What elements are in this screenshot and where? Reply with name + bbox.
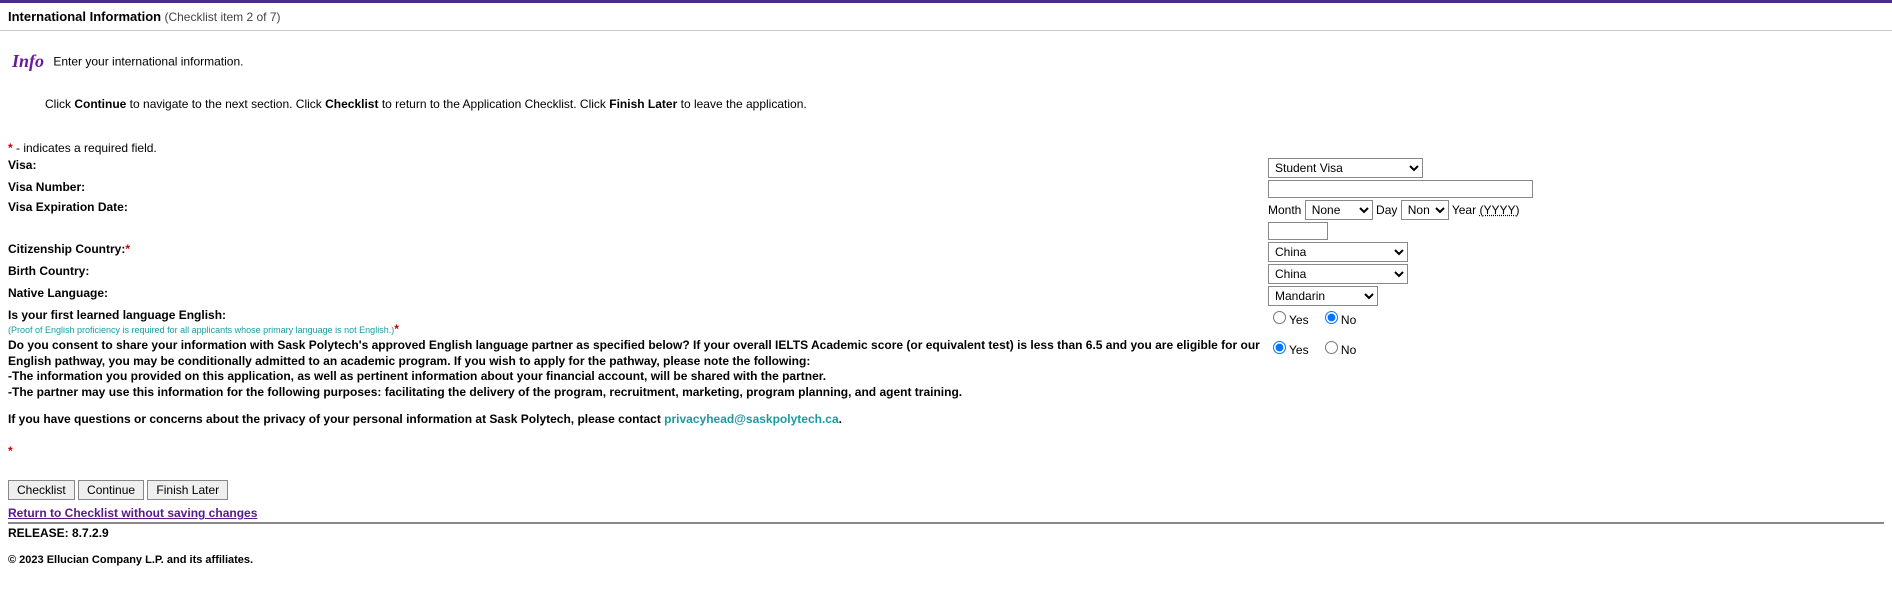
checklist-button[interactable]: Checklist [8,480,75,500]
first-lang-radio-group: Yes No [1268,308,1884,327]
proof-note: (Proof of English proficiency is require… [8,325,394,335]
visa-number-label: Visa Number: [8,179,1268,199]
citizenship-select[interactable]: China [1268,242,1408,262]
month-label: Month [1268,203,1301,217]
day-label: Day [1376,203,1397,217]
copyright: © 2023 Ellucian Company L.P. and its aff… [8,554,1884,566]
asterisk-icon: * [8,444,13,458]
year-format: (YYYY) [1479,203,1519,217]
info-text: Enter your international information. [53,55,243,69]
info-icon: Info [12,51,44,72]
page-title: International Information [8,9,161,24]
first-lang-yes-radio[interactable] [1273,311,1286,324]
asterisk-icon: * [394,322,399,336]
day-select[interactable]: None [1401,200,1449,220]
visa-exp-label: Visa Expiration Date: [8,199,1268,241]
page-header: International Information (Checklist ite… [0,3,1892,31]
birth-label: Birth Country: [8,263,1268,285]
button-row: Checklist Continue Finish Later [8,480,1884,500]
month-select[interactable]: None [1305,200,1373,220]
instructions: Click Continue to navigate to the next s… [45,97,1847,111]
visa-number-input[interactable] [1268,180,1533,198]
consent-yes-radio[interactable] [1273,341,1286,354]
page-subtitle: (Checklist item 2 of 7) [164,10,280,24]
first-lang-no-radio[interactable] [1325,311,1338,324]
native-lang-select[interactable]: Mandarin [1268,286,1378,306]
divider [8,522,1884,524]
required-note: * - indicates a required field. [8,141,1884,155]
info-row: Info Enter your international informatio… [12,51,1880,72]
birth-country-select[interactable]: China [1268,264,1408,284]
release-text: RELEASE: 8.7.2.9 [8,526,1884,540]
asterisk-icon: * [125,242,130,256]
privacy-email-link[interactable]: privacyhead@saskpolytech.ca [664,412,838,426]
year-input[interactable] [1268,222,1328,240]
return-link[interactable]: Return to Checklist without saving chang… [8,506,257,520]
finish-later-button[interactable]: Finish Later [147,480,228,500]
visa-select[interactable]: Student Visa [1268,158,1423,178]
consent-radio-group: Yes No [1268,338,1884,357]
return-link-row: Return to Checklist without saving chang… [8,506,1884,520]
continue-button[interactable]: Continue [78,480,144,500]
citizenship-label: Citizenship Country:* [8,241,1268,263]
consent-text: Do you consent to share your information… [8,338,1268,459]
native-lang-label: Native Language: [8,285,1268,307]
consent-no-radio[interactable] [1325,341,1338,354]
first-lang-label: Is your first learned language English: … [8,307,1268,337]
year-label: Year [1452,203,1476,217]
visa-label: Visa: [8,157,1268,179]
